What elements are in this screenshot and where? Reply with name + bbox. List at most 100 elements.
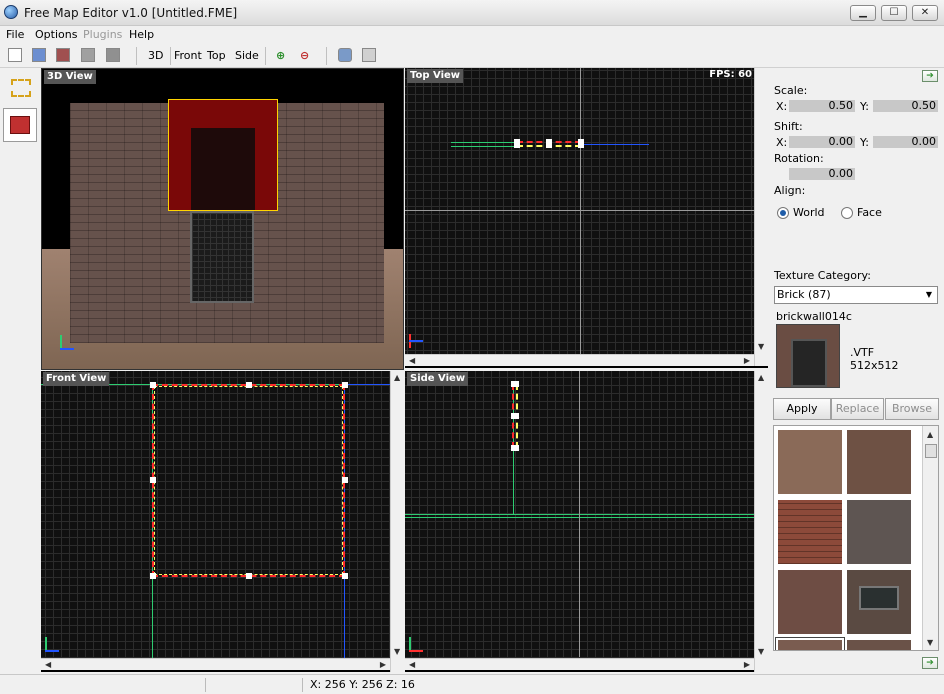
align-world-label: World xyxy=(793,206,825,219)
selection-handle[interactable] xyxy=(511,381,519,387)
scale-x-label: X: xyxy=(776,100,788,113)
shift-y-field[interactable]: 0.00 xyxy=(873,136,938,148)
vertical-scrollbar[interactable]: ▼ xyxy=(754,68,768,366)
menu-help[interactable]: Help xyxy=(129,28,154,41)
texture-thumb[interactable] xyxy=(778,570,842,634)
selection-handle[interactable] xyxy=(246,382,252,388)
replace-button[interactable]: Replace xyxy=(831,398,884,420)
globe-icon xyxy=(4,5,18,19)
texture-thumb[interactable] xyxy=(847,430,911,494)
axis-green-line xyxy=(451,142,517,143)
scroll-right-icon[interactable]: ▶ xyxy=(744,356,750,365)
shift-label: Shift: xyxy=(774,120,803,133)
horizontal-scrollbar[interactable]: ◀ ▶ xyxy=(405,354,754,366)
toolbar: 3D Front Top Side ⊕ ⊖ xyxy=(0,44,944,68)
camera-icon[interactable] xyxy=(338,48,352,62)
gray-brush-icon[interactable] xyxy=(81,48,95,62)
close-button[interactable]: ✕ xyxy=(912,5,938,21)
selection-handle[interactable] xyxy=(246,573,252,579)
scroll-thumb[interactable] xyxy=(925,444,937,458)
viewport-front[interactable]: Front View ◀ ▶ ▲ ▼ xyxy=(41,371,404,672)
red-brush-icon[interactable] xyxy=(56,48,70,62)
view-3d-button[interactable]: 3D xyxy=(148,49,163,62)
axis-y-gizmo xyxy=(45,637,47,651)
scroll-up-icon[interactable]: ▲ xyxy=(927,430,933,439)
scroll-down-icon[interactable]: ▼ xyxy=(758,647,764,656)
selection-handle[interactable] xyxy=(342,477,348,483)
scale-y-label: Y: xyxy=(860,100,869,113)
view-front-button[interactable]: Front xyxy=(174,49,202,62)
align-label: Align: xyxy=(774,184,806,197)
menu-options[interactable]: Options xyxy=(35,28,77,41)
scroll-down-icon[interactable]: ▼ xyxy=(758,342,764,351)
align-face-label: Face xyxy=(857,206,882,219)
scroll-down-icon[interactable]: ▼ xyxy=(394,647,400,656)
blue-brush-icon[interactable] xyxy=(32,48,46,62)
minimize-button[interactable]: ▁ xyxy=(850,5,876,21)
viewport-3d-label: 3D View xyxy=(44,70,96,84)
expand-arrow-icon[interactable]: ➔ xyxy=(922,657,938,669)
view-top-button[interactable]: Top xyxy=(207,49,226,62)
scroll-down-icon[interactable]: ▼ xyxy=(927,638,933,647)
shift-x-field[interactable]: 0.00 xyxy=(789,136,855,148)
disabled-tool-icon[interactable] xyxy=(362,48,376,62)
maximize-button[interactable]: ☐ xyxy=(881,5,907,21)
scroll-right-icon[interactable]: ▶ xyxy=(380,660,386,669)
selection-handle[interactable] xyxy=(578,139,584,148)
scroll-left-icon[interactable]: ◀ xyxy=(409,660,415,669)
dark-brush-icon[interactable] xyxy=(106,48,120,62)
view-side-button[interactable]: Side xyxy=(235,49,259,62)
horizontal-scrollbar[interactable]: ◀ ▶ xyxy=(405,658,754,670)
align-face-radio[interactable] xyxy=(841,207,853,219)
selection-handle[interactable] xyxy=(342,382,348,388)
texture-thumb-selected[interactable] xyxy=(775,637,845,650)
selection-handle[interactable] xyxy=(342,573,348,579)
align-world-radio[interactable] xyxy=(777,207,789,219)
scale-x-field[interactable]: 0.50 xyxy=(789,100,855,112)
selection-handle[interactable] xyxy=(514,139,520,148)
texture-thumb[interactable] xyxy=(778,500,842,564)
texture-thumb[interactable] xyxy=(847,500,911,564)
horizontal-scrollbar[interactable]: ◀ ▶ xyxy=(41,658,390,670)
axis-z-gizmo xyxy=(60,348,74,350)
selection-handle[interactable] xyxy=(150,477,156,483)
viewport-top[interactable]: Top View FPS: 60 ◀ ▶ ▼ xyxy=(405,68,768,368)
toolbar-separator xyxy=(326,47,327,65)
vertical-scrollbar[interactable]: ▲ ▼ xyxy=(754,371,768,672)
texture-thumb[interactable] xyxy=(847,570,911,634)
select-tool-button[interactable] xyxy=(3,70,37,104)
chevron-down-icon[interactable]: ▼ xyxy=(921,287,937,303)
selection-handle[interactable] xyxy=(150,382,156,388)
selection-handle[interactable] xyxy=(150,573,156,579)
selection-handle[interactable] xyxy=(546,139,552,148)
scroll-up-icon[interactable]: ▲ xyxy=(394,373,400,382)
browse-button[interactable]: Browse xyxy=(885,398,939,420)
menu-file[interactable]: File xyxy=(6,28,24,41)
texture-category-select[interactable]: Brick (87) ▼ xyxy=(774,286,938,304)
scroll-right-icon[interactable]: ▶ xyxy=(744,660,750,669)
texture-thumb[interactable] xyxy=(778,430,842,494)
menu-plugins[interactable]: Plugins xyxy=(83,28,122,41)
scroll-left-icon[interactable]: ◀ xyxy=(45,660,51,669)
new-brush-icon[interactable] xyxy=(8,48,22,62)
texture-tool-button[interactable] xyxy=(3,108,37,142)
viewport-side[interactable]: Side View ◀ ▶ ▲ ▼ xyxy=(405,371,768,672)
selection-handle[interactable] xyxy=(511,413,519,419)
expand-arrow-icon[interactable]: ➔ xyxy=(922,70,938,82)
viewport-front-label: Front View xyxy=(43,372,110,386)
texture-preview xyxy=(776,324,840,388)
vertical-scrollbar[interactable]: ▲ ▼ xyxy=(390,371,404,672)
scale-label: Scale: xyxy=(774,84,808,97)
scroll-left-icon[interactable]: ◀ xyxy=(409,356,415,365)
selection-handle[interactable] xyxy=(511,445,519,451)
texture-scrollbar[interactable]: ▲ ▼ xyxy=(922,426,938,650)
window-grate xyxy=(859,586,899,610)
zoom-in-icon[interactable]: ⊕ xyxy=(276,49,285,62)
texture-thumb[interactable] xyxy=(847,640,911,650)
rotation-field[interactable]: 0.00 xyxy=(789,168,855,180)
viewport-3d[interactable]: 3D View xyxy=(41,68,404,370)
scale-y-field[interactable]: 0.50 xyxy=(873,100,938,112)
zoom-out-icon[interactable]: ⊖ xyxy=(300,49,309,62)
scroll-up-icon[interactable]: ▲ xyxy=(758,373,764,382)
apply-button[interactable]: Apply xyxy=(773,398,831,420)
